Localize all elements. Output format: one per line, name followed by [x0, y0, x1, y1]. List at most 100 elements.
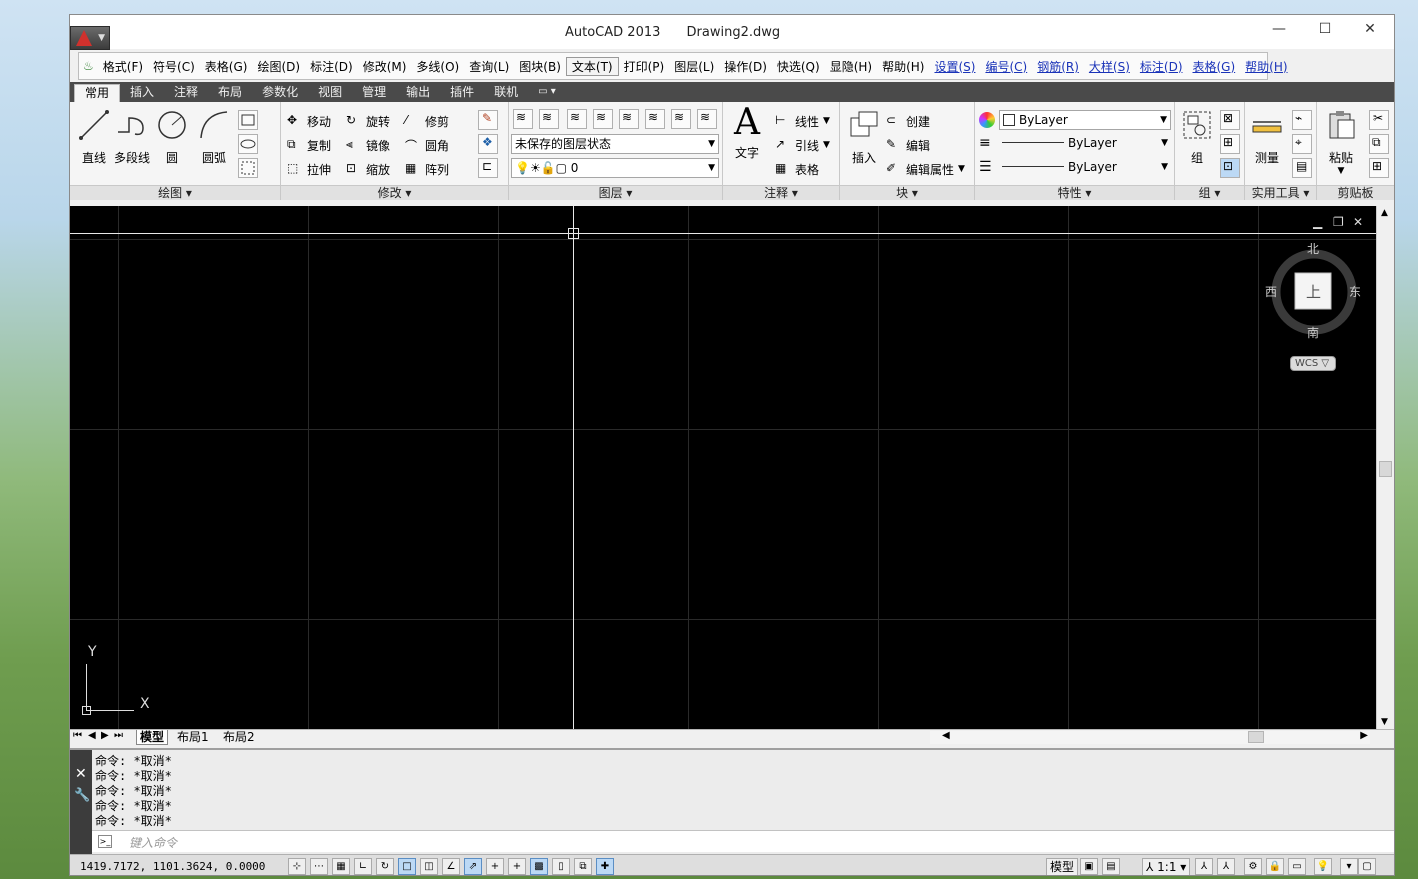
leader-tool[interactable]: ↗ 引线 ▼	[775, 135, 830, 155]
group-panel-title[interactable]: 组 ▾	[1175, 185, 1244, 200]
select-similar-tool[interactable]: ⌖	[1292, 134, 1312, 154]
paste-tool[interactable]: 粘贴 ▼	[1321, 108, 1361, 176]
menu-item[interactable]: 多线(O)	[411, 58, 464, 75]
scroll-down-icon[interactable]: ▼	[1381, 717, 1388, 727]
annotation-monitor-toggle[interactable]: ✚	[596, 858, 614, 875]
viewcube-south[interactable]: 南	[1307, 324, 1319, 341]
menu-item[interactable]: 快选(Q)	[772, 58, 825, 75]
ribbon-tab[interactable]: 注释	[164, 84, 208, 102]
line-tool[interactable]: 直线	[74, 108, 114, 166]
ribbon-tab[interactable]: 插入	[120, 84, 164, 102]
close-icon[interactable]: ✕	[75, 766, 87, 782]
lineweight-dropdown[interactable]: ByLayer ▼	[999, 134, 1171, 154]
close-button[interactable]: ✕	[1355, 21, 1385, 37]
layer-lock-button[interactable]: ≋	[671, 109, 691, 129]
menu-item[interactable]: 打印(P)	[619, 58, 670, 75]
scroll-left-icon[interactable]: ◀	[942, 730, 950, 741]
draw-panel-title[interactable]: 绘图 ▾	[70, 185, 280, 200]
model-space-button[interactable]: 模型	[1046, 858, 1079, 875]
layer-freeze-button[interactable]: ≋	[539, 109, 559, 129]
layer-isolate-button[interactable]: ≋	[593, 109, 613, 129]
vertical-scrollbar[interactable]: ▲ ▼	[1376, 206, 1394, 729]
linetype-dropdown[interactable]: ByLayer ▼	[999, 158, 1171, 178]
infer-constraints-toggle[interactable]: ⊹	[288, 858, 306, 875]
selection-cycling-toggle[interactable]: ⧉	[574, 858, 592, 875]
hardware-acceleration-icon[interactable]: ▭	[1288, 858, 1306, 875]
move-tool[interactable]: ✥ 移动	[287, 111, 331, 131]
dynamic-ucs-toggle[interactable]: ⇗	[464, 858, 482, 875]
arc-tool[interactable]: 圆弧	[194, 108, 234, 166]
circle-tool[interactable]: 圆	[152, 108, 192, 166]
snap-mode-toggle[interactable]: ⋯	[310, 858, 328, 875]
object-snap-tracking-toggle[interactable]: ∠	[442, 858, 460, 875]
tab-nav-last-icon[interactable]: ⏭	[114, 730, 123, 741]
menu-item[interactable]: 查询(L)	[464, 58, 514, 75]
group-tool[interactable]: 组	[1177, 108, 1217, 166]
workspace-gear-icon[interactable]: ⚙	[1244, 858, 1262, 875]
fillet-tool[interactable]: ⌒ 圆角	[405, 135, 449, 155]
scale-tool[interactable]: ⊡ 缩放	[346, 159, 390, 179]
ortho-mode-toggle[interactable]: ∟	[354, 858, 372, 875]
array-tool[interactable]: ▦ 阵列	[405, 159, 449, 179]
layer-walk-button[interactable]: ≋	[697, 109, 717, 129]
maximize-button[interactable]: ☐	[1310, 21, 1340, 37]
hatch-tool[interactable]	[238, 158, 258, 178]
clipboard-panel-title[interactable]: 剪贴板	[1317, 185, 1394, 200]
menu-item[interactable]: 大样(S)	[1084, 58, 1135, 75]
menu-item[interactable]: 格式(F)	[98, 58, 148, 75]
ribbon-tab[interactable]: 联机	[484, 84, 528, 102]
command-input[interactable]: >_ 键入命令	[92, 830, 1394, 852]
offset-tool[interactable]: ⊏	[478, 158, 498, 178]
modify-panel-title[interactable]: 修改 ▾	[281, 185, 508, 200]
polyline-tool[interactable]: 多段线	[112, 108, 152, 166]
ribbon-tab[interactable]: 输出	[396, 84, 440, 102]
properties-panel-title[interactable]: 特性 ▾	[975, 185, 1174, 200]
ribbon-tab[interactable]: 参数化	[252, 84, 308, 102]
menu-item[interactable]: 显隐(H)	[825, 58, 877, 75]
ribbon-tab[interactable]: 插件	[440, 84, 484, 102]
ungroup-tool[interactable]: ⊠	[1220, 110, 1240, 130]
auto-scale-icon[interactable]: ⅄	[1217, 858, 1235, 875]
scroll-up-icon[interactable]: ▲	[1381, 208, 1388, 218]
menu-item[interactable]: 符号(C)	[148, 58, 200, 75]
mirror-tool[interactable]: ⫷ 镜像	[346, 135, 390, 155]
annotation-visibility-icon[interactable]: ⅄	[1195, 858, 1213, 875]
edit-attributes-tool[interactable]: ✐ 编辑属性 ▼	[886, 159, 965, 179]
ribbon-tab[interactable]: ▭ ▾	[528, 84, 566, 102]
command-prompt-icon[interactable]: >_	[98, 835, 112, 848]
utilities-panel-title[interactable]: 实用工具 ▾	[1245, 185, 1316, 200]
dynamic-input-toggle[interactable]: +	[486, 858, 504, 875]
tab-nav-first-icon[interactable]: ⏮	[73, 730, 82, 741]
menu-item[interactable]: 钢筋(R)	[1032, 58, 1084, 75]
tab-layout1[interactable]: 布局1	[174, 730, 212, 745]
menu-item[interactable]: 图层(L)	[669, 58, 719, 75]
viewport-minimize-icon[interactable]: ▁	[1313, 215, 1322, 229]
command-window-handle[interactable]: ✕ 🔧	[70, 750, 92, 854]
3d-osnap-toggle[interactable]: ◫	[420, 858, 438, 875]
edit-block-tool[interactable]: ✎ 编辑	[886, 135, 930, 155]
erase-tool[interactable]: ✎	[478, 110, 498, 130]
viewcube-west[interactable]: 西	[1265, 283, 1277, 300]
color-dropdown[interactable]: ByLayer ▼	[999, 110, 1171, 130]
menu-item[interactable]: 编号(C)	[980, 58, 1032, 75]
express-tools-icon[interactable]: ♨	[83, 59, 94, 73]
ribbon-tab[interactable]: 布局	[208, 84, 252, 102]
menu-item[interactable]: 设置(S)	[929, 58, 980, 75]
table-tool[interactable]: ▦ 表格	[775, 159, 819, 179]
trim-tool[interactable]: ⁄ 修剪	[405, 111, 449, 131]
tab-nav-prev-icon[interactable]: ◀	[88, 730, 96, 741]
insert-block-tool[interactable]: 插入	[844, 108, 884, 166]
application-menu-button[interactable]: ▼	[70, 26, 110, 50]
stretch-tool[interactable]: ⬚ 拉伸	[287, 159, 331, 179]
menu-item[interactable]: 文本(T)	[565, 56, 619, 76]
block-panel-title[interactable]: 块 ▾	[840, 185, 974, 200]
calculator-tool[interactable]: ▤	[1292, 158, 1312, 178]
match-properties-tool[interactable]: ⊞	[1369, 158, 1389, 178]
object-snap-toggle[interactable]: □	[398, 858, 416, 875]
layer-panel-title[interactable]: 图层 ▾	[509, 185, 722, 200]
text-tool[interactable]: A 文字	[727, 105, 767, 161]
lineweight-toggle[interactable]: +	[508, 858, 526, 875]
annotation-panel-title[interactable]: 注释 ▾	[723, 185, 839, 200]
quick-select-tool[interactable]: ⌁	[1292, 110, 1312, 130]
layout-quick-view-icon[interactable]: ▣	[1080, 858, 1098, 875]
